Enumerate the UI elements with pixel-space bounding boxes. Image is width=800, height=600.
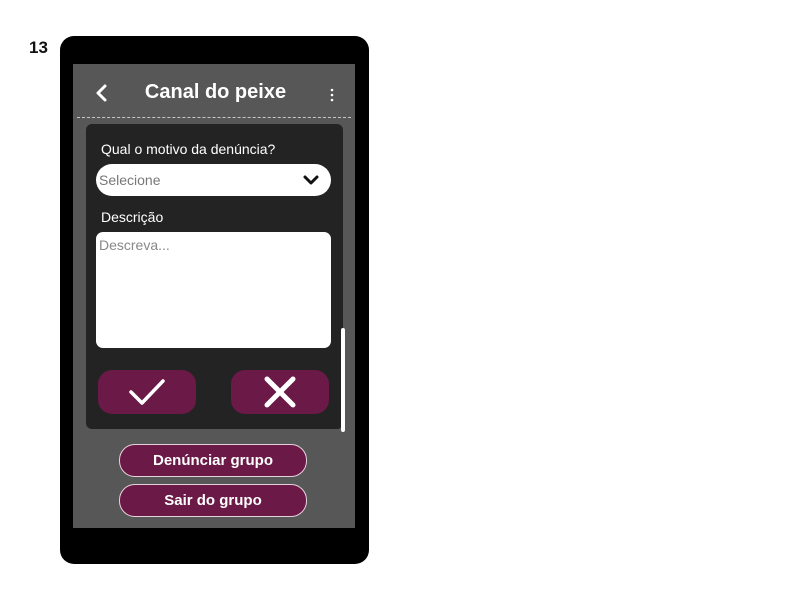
description-placeholder: Descreva... <box>99 237 170 253</box>
description-label: Descrição <box>101 209 164 225</box>
app-screen: Canal do peixe Qual o motivo da denúncia… <box>73 64 355 528</box>
scroll-indicator[interactable] <box>341 328 345 432</box>
page-title: Canal do peixe <box>144 81 287 103</box>
frame-number: 13 <box>29 38 48 57</box>
confirm-button[interactable] <box>98 370 196 414</box>
close-icon <box>264 376 296 408</box>
report-group-button[interactable]: Denúnciar grupo <box>119 444 307 477</box>
reason-select[interactable]: Selecione <box>96 164 331 196</box>
chevron-down-icon <box>303 175 319 185</box>
header-divider <box>77 117 351 118</box>
leave-group-button[interactable]: Sair do grupo <box>119 484 307 517</box>
more-options-button[interactable] <box>324 82 340 108</box>
phone-frame: Canal do peixe Qual o motivo da denúncia… <box>60 36 369 564</box>
report-modal: Qual o motivo da denúncia? Selecione Des… <box>86 124 343 429</box>
cancel-button[interactable] <box>231 370 329 414</box>
checkmark-icon <box>129 379 165 405</box>
vertical-dots-icon <box>330 88 334 102</box>
description-textarea[interactable]: Descreva... <box>96 232 331 348</box>
reason-label: Qual o motivo da denúncia? <box>101 141 276 157</box>
app-header: Canal do peixe <box>73 64 355 117</box>
back-button[interactable] <box>91 78 113 108</box>
reason-select-value: Selecione <box>99 172 161 188</box>
chevron-left-icon <box>96 84 107 102</box>
